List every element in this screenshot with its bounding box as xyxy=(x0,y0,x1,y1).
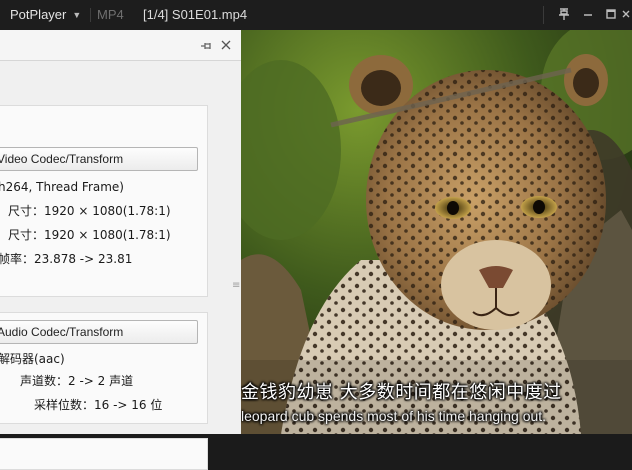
chevron-down-icon: ▼ xyxy=(72,10,82,20)
title-bar: PotPlayer ▼ MP4 [1/4] S01E01.mp4 xyxy=(0,0,632,30)
app-menu-button[interactable]: PotPlayer ▼ xyxy=(10,5,81,25)
audio-decoder-line: 解码器(aac) xyxy=(0,352,65,366)
app-name: PotPlayer xyxy=(10,7,67,22)
minimize-icon[interactable] xyxy=(580,7,596,23)
next-group xyxy=(0,438,208,470)
audio-codec-button[interactable]: Audio Codec/Transform xyxy=(0,320,198,344)
format-label: MP4 xyxy=(97,7,124,22)
video-codec-button[interactable]: Video Codec/Transform xyxy=(0,147,198,171)
subtitle-english: leopard cub spends most of his time hang… xyxy=(241,408,547,424)
panel-pin-icon[interactable] xyxy=(199,38,213,52)
maximize-icon[interactable] xyxy=(603,7,619,23)
leopard-cub-image xyxy=(241,30,632,434)
panel-header xyxy=(0,30,241,61)
video-decoder-line: h264, Thread Frame) xyxy=(0,180,124,194)
video-size-line-1: 尺寸：1920 × 1080(1.78:1) xyxy=(8,204,171,218)
audio-bits-line: 采样位数：16 -> 16 位 xyxy=(34,398,163,412)
window-buttons-separator xyxy=(543,6,544,24)
title-separator xyxy=(90,8,91,22)
panel-content: Video Codec/Transform h264, Thread Frame… xyxy=(0,61,241,470)
video-group xyxy=(0,105,208,297)
video-size-line-2: 尺寸：1920 × 1080(1.78:1) xyxy=(8,228,171,242)
scroll-grip-icon[interactable]: ≡ xyxy=(232,280,240,291)
pin-icon[interactable] xyxy=(556,7,572,23)
window-title: [1/4] S01E01.mp4 xyxy=(143,7,248,22)
panel-close-icon[interactable] xyxy=(219,37,233,51)
subtitle-chinese: 金钱豹幼崽 大多数时间都在悠闲中度过 xyxy=(241,382,562,403)
video-frame[interactable]: 金钱豹幼崽 大多数时间都在悠闲中度过 leopard cub spends mo… xyxy=(241,30,632,434)
audio-channels-line: 声道数：2 -> 2 声道 xyxy=(20,374,134,388)
info-panel: Video Codec/Transform h264, Thread Frame… xyxy=(0,30,241,470)
panel-scrollbar[interactable] xyxy=(229,125,239,464)
video-framerate-line: 帧率：23.878 -> 23.81 xyxy=(0,252,133,266)
close-icon[interactable] xyxy=(620,7,632,23)
